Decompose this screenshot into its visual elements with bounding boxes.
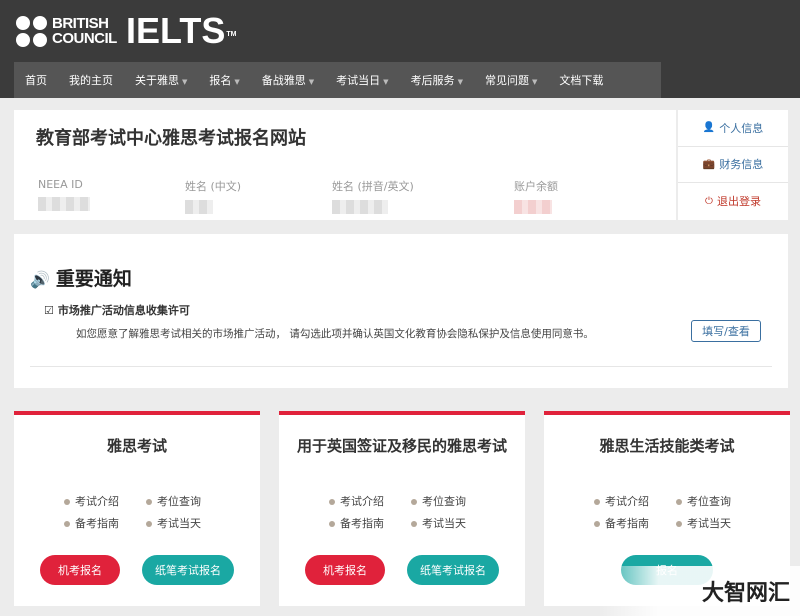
british-council-logo-icon[interactable] xyxy=(16,16,48,48)
link-exam-day[interactable]: 考试当天 xyxy=(411,515,493,531)
link-seat-query[interactable]: 考位查询 xyxy=(146,493,228,509)
link-exam-intro[interactable]: 考试介绍 xyxy=(64,493,146,509)
field-name-cn: 姓名 (中文) xyxy=(185,178,241,214)
power-icon: ⏻ xyxy=(705,195,713,207)
profile-card: 教育部考试中心雅思考试报名网站 NEEA ID 姓名 (中文) 姓名 (拼音/英… xyxy=(14,110,676,220)
nav-item-0[interactable]: 首页 xyxy=(14,72,58,88)
field-label: 姓名 (中文) xyxy=(185,180,242,193)
computer-exam-register-button[interactable]: 机考报名 xyxy=(305,555,385,585)
field-neea-id: NEEA ID xyxy=(38,178,90,211)
redacted-value xyxy=(185,200,213,214)
british-council-wordmark[interactable]: BRITISH COUNCIL xyxy=(52,16,117,46)
site-header: BRITISH COUNCIL IELTSTM 首页 我的主页 关于雅思 ▼ 报名 ▼ 备战雅… xyxy=(0,0,800,98)
chevron-down-icon: ▼ xyxy=(308,78,315,86)
briefcase-icon: 💼 xyxy=(702,158,716,170)
fill-view-button[interactable]: 填写/查看 xyxy=(691,320,761,342)
notice-title: 🔊 重要通知 xyxy=(30,268,132,290)
exam-card-ukvi: 用于英国签证及移民的雅思考试 考试介绍 考位查询 备考指南 考试当天 机考报名 … xyxy=(279,411,525,606)
redacted-value xyxy=(332,200,388,214)
card-title: 雅思考试 xyxy=(106,437,167,455)
nav-item-1[interactable]: 我的主页 xyxy=(58,72,124,88)
link-exam-intro[interactable]: 考试介绍 xyxy=(594,493,676,509)
finance-info-link[interactable]: 💼 财务信息 xyxy=(678,147,788,184)
link-seat-query[interactable]: 考位查询 xyxy=(411,493,493,509)
personal-info-link[interactable]: 👤 个人信息 xyxy=(678,110,788,147)
field-name-en: 姓名 (拼音/英文) xyxy=(332,178,414,214)
paper-exam-register-button[interactable]: 纸笔考试报名 xyxy=(407,555,499,585)
nav-item-6[interactable]: 考后服务 ▼ xyxy=(400,72,474,88)
card-links: 考试介绍 考位查询 备考指南 考试当天 xyxy=(64,493,244,531)
card-links: 考试介绍 考位查询 备考指南 考试当天 xyxy=(329,493,509,531)
chevron-down-icon: ▼ xyxy=(531,78,538,86)
field-label: NEEA ID xyxy=(38,178,83,191)
link-exam-intro[interactable]: 考试介绍 xyxy=(329,493,411,509)
watermark: 大智网汇 xyxy=(598,566,800,616)
field-balance: 账户余额 xyxy=(514,178,558,214)
card-title: 用于英国签证及移民的雅思考试 xyxy=(296,437,507,455)
field-label: 账户余额 xyxy=(514,180,558,193)
link-prep-guide[interactable]: 备考指南 xyxy=(64,515,146,531)
paper-exam-register-button[interactable]: 纸笔考试报名 xyxy=(142,555,234,585)
nav-item-8[interactable]: 文档下载 xyxy=(548,72,614,88)
link-exam-day[interactable]: 考试当天 xyxy=(676,515,758,531)
chevron-down-icon: ▼ xyxy=(182,78,188,86)
logout-link[interactable]: ⏻ 退出登录 xyxy=(678,183,788,220)
user-icon: 👤 xyxy=(702,122,716,134)
redacted-value xyxy=(38,197,90,211)
nav-item-7[interactable]: 常见问题 ▼ xyxy=(474,72,548,88)
link-prep-guide[interactable]: 备考指南 xyxy=(329,515,411,531)
link-prep-guide[interactable]: 备考指南 xyxy=(594,515,676,531)
chevron-down-icon: ▼ xyxy=(457,78,463,86)
card-title: 雅思生活技能类考试 xyxy=(599,437,735,455)
checkbox-icon[interactable]: ☑ xyxy=(44,304,54,317)
link-exam-day[interactable]: 考试当天 xyxy=(146,515,228,531)
computer-exam-register-button[interactable]: 机考报名 xyxy=(40,555,120,585)
notice-subtitle: ☑ 市场推广活动信息收集许可 xyxy=(44,304,190,317)
notice-body: 如您愿意了解雅思考试相关的市场推广活动， 请勾选此项并确认英国文化教育协会隐私保… xyxy=(76,328,594,340)
field-label: 姓名 (拼音/英文) xyxy=(332,180,414,193)
link-seat-query[interactable]: 考位查询 xyxy=(676,493,758,509)
main-nav: 首页 我的主页 关于雅思 ▼ 报名 ▼ 备战雅思 ▼ 考试当日 ▼ 考后服务 ▼ 常见问题 ▼ 文档下载 xyxy=(14,62,661,98)
divider xyxy=(30,366,772,367)
chevron-down-icon: ▼ xyxy=(234,78,240,86)
nav-item-2[interactable]: 关于雅思 ▼ xyxy=(124,72,198,88)
account-links: 👤 个人信息 💼 财务信息 ⏻ 退出登录 xyxy=(678,110,788,220)
chevron-down-icon: ▼ xyxy=(383,78,389,86)
ielts-logo[interactable]: IELTSTM xyxy=(126,12,236,50)
important-notice: 🔊 重要通知 ☑ 市场推广活动信息收集许可 如您愿意了解雅思考试相关的市场推广活动，… xyxy=(14,234,788,388)
nav-item-4[interactable]: 备战雅思 ▼ xyxy=(251,72,325,88)
redacted-value xyxy=(514,200,552,214)
nav-item-5[interactable]: 考试当日 ▼ xyxy=(325,72,399,88)
nav-item-3[interactable]: 报名 ▼ xyxy=(198,72,250,88)
exam-card-ielts: 雅思考试 考试介绍 考位查询 备考指南 考试当天 机考报名 纸笔考试报名 xyxy=(14,411,260,606)
speaker-icon: 🔊 xyxy=(30,270,50,289)
card-links: 考试介绍 考位查询 备考指南 考试当天 xyxy=(594,493,774,531)
page-title: 教育部考试中心雅思考试报名网站 xyxy=(36,128,306,149)
